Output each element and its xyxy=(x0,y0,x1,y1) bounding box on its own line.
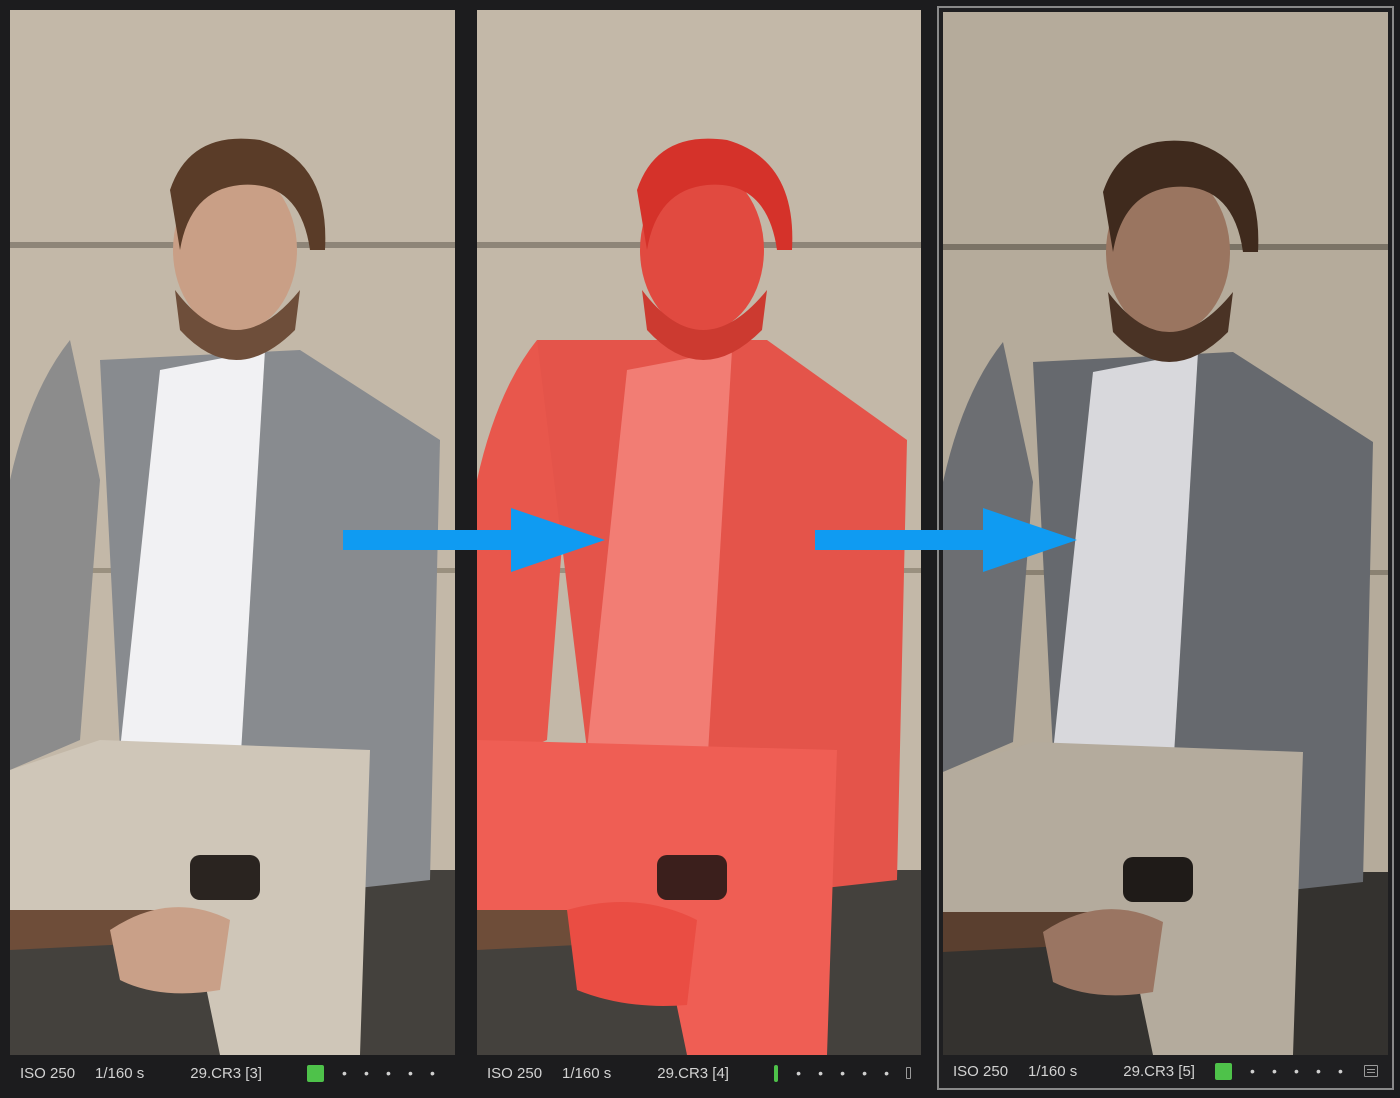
rating-dot[interactable]: • xyxy=(342,1066,364,1080)
rating-dot[interactable]: • xyxy=(364,1066,386,1080)
rating-dot[interactable]: • xyxy=(840,1066,862,1080)
thumbnail-metadata-bar: ISO 250 1/160 s 29.CR3 [5] • • • • • xyxy=(943,1056,1388,1086)
rating-dot[interactable]: • xyxy=(1338,1064,1360,1078)
thumbnail-metadata-bar: ISO 250 1/160 s 29.CR3 [4] • • • • • xyxy=(477,1058,921,1088)
iso-value: ISO 250 xyxy=(953,1062,1009,1080)
rating-dot[interactable]: • xyxy=(862,1066,884,1080)
color-label-green[interactable] xyxy=(306,1064,324,1082)
rating-dot[interactable]: • xyxy=(796,1066,818,1080)
shutter-speed: 1/160 s xyxy=(1028,1062,1078,1080)
thumbnail-metadata-bar: ISO 250 1/160 s 29.CR3 [3] • • • • • xyxy=(10,1058,455,1088)
rating-dot[interactable]: • xyxy=(386,1066,408,1080)
arrow-right-icon xyxy=(815,508,1077,572)
metadata-info-icon[interactable] xyxy=(1364,1065,1378,1077)
rating-dot[interactable]: • xyxy=(1272,1064,1294,1078)
file-name: 29.CR3 [4] xyxy=(657,1064,729,1082)
metadata-info-icon[interactable] xyxy=(906,1067,911,1079)
file-name: 29.CR3 [5] xyxy=(1123,1062,1195,1080)
shutter-speed: 1/160 s xyxy=(95,1064,145,1082)
iso-value: ISO 250 xyxy=(487,1064,543,1082)
rating-dot[interactable]: • xyxy=(1316,1064,1338,1078)
star-rating[interactable]: • • • • • xyxy=(1250,1064,1360,1078)
rating-dot[interactable]: • xyxy=(884,1066,906,1080)
star-rating[interactable]: • • • • • xyxy=(796,1066,906,1080)
star-rating[interactable]: • • • • • xyxy=(342,1066,452,1080)
rating-dot[interactable]: • xyxy=(1250,1064,1272,1078)
rating-dot[interactable]: • xyxy=(430,1066,452,1080)
arrow-right-icon xyxy=(343,508,605,572)
rating-dot[interactable]: • xyxy=(1294,1064,1316,1078)
file-name: 29.CR3 [3] xyxy=(190,1064,262,1082)
iso-value: ISO 250 xyxy=(20,1064,76,1082)
shutter-speed: 1/160 s xyxy=(562,1064,612,1082)
color-label-green[interactable] xyxy=(1214,1062,1232,1080)
color-label-green[interactable] xyxy=(773,1064,779,1082)
rating-dot[interactable]: • xyxy=(408,1066,430,1080)
rating-dot[interactable]: • xyxy=(818,1066,840,1080)
